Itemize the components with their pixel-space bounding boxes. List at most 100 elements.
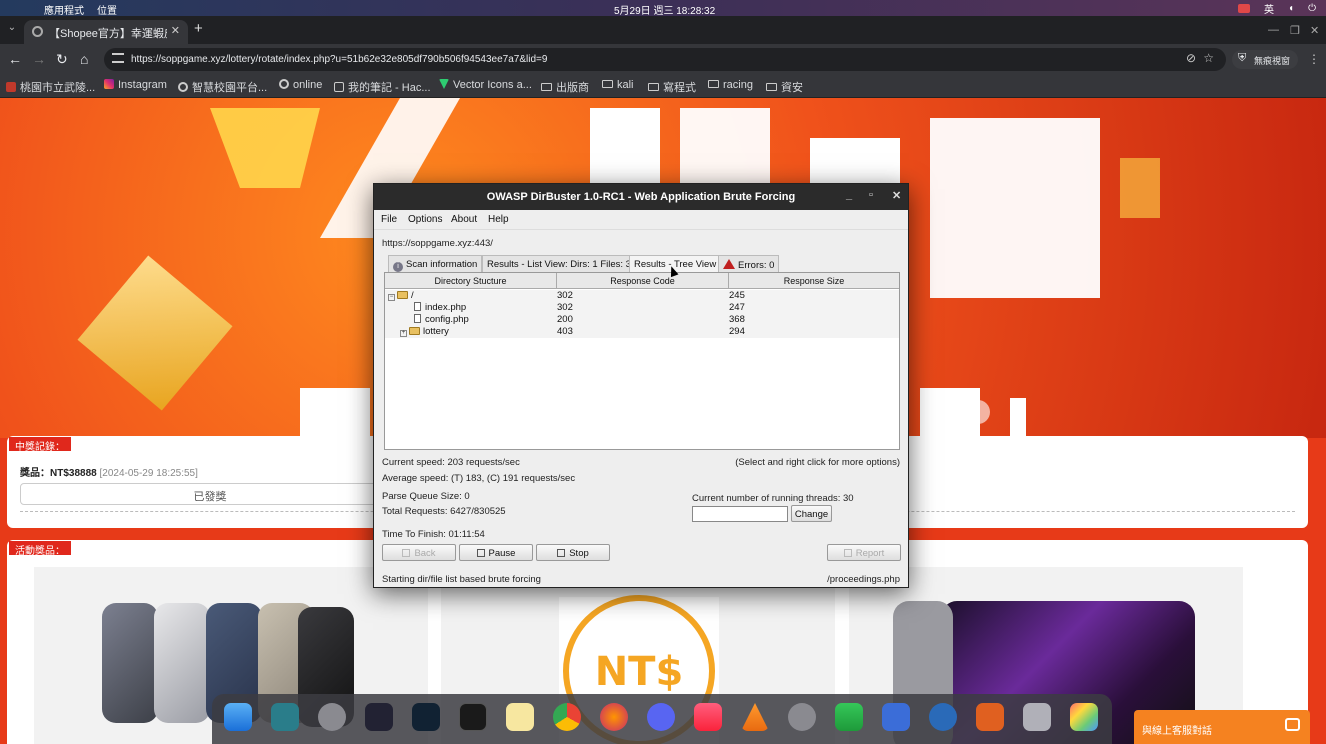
- close-icon[interactable]: ✕: [892, 189, 901, 202]
- disk-utility-icon[interactable]: [1023, 703, 1051, 731]
- activity-tag: 活動獎品：: [9, 541, 71, 557]
- finder-icon[interactable]: [224, 703, 252, 731]
- vlc-icon[interactable]: [741, 703, 769, 731]
- maximize-icon[interactable]: ▫: [869, 189, 873, 201]
- kali-icon[interactable]: [271, 703, 299, 731]
- report-label: Report: [855, 548, 885, 559]
- volume-icon[interactable]: ◖: [1288, 3, 1294, 14]
- bookmark-5[interactable]: Vector Icons a...: [439, 79, 532, 91]
- back-icon[interactable]: ←: [8, 51, 22, 67]
- burp-icon[interactable]: [976, 703, 1004, 731]
- minimize-icon[interactable]: —: [1268, 24, 1279, 36]
- table-row[interactable]: − / 302 245: [385, 290, 899, 302]
- menu-options[interactable]: Options: [408, 214, 442, 225]
- column-directory[interactable]: Directory Stucture: [385, 273, 557, 289]
- menu-file[interactable]: File: [381, 214, 397, 225]
- menu-about[interactable]: About: [451, 214, 477, 225]
- collapse-icon[interactable]: −: [388, 294, 395, 301]
- tab-errors[interactable]: Errors: 0: [718, 255, 780, 272]
- browser-tab[interactable]: 【Shopee官方】幸運蝦皮 ✕: [24, 20, 188, 44]
- close-window-icon[interactable]: ✕: [1310, 24, 1319, 37]
- column-response-size[interactable]: Response Size: [729, 273, 899, 289]
- results-tree-table[interactable]: Directory Stucture Response Code Respons…: [384, 272, 900, 450]
- home-icon[interactable]: ⌂: [80, 51, 88, 67]
- firefox-icon[interactable]: [600, 703, 628, 731]
- bookmark-2[interactable]: 智慧校園平台...: [178, 79, 267, 95]
- stop-button[interactable]: Stop: [536, 544, 610, 561]
- report-button[interactable]: Report: [827, 544, 901, 561]
- url-text[interactable]: https://soppgame.xyz/lottery/rotate/inde…: [131, 54, 547, 65]
- stocks-icon[interactable]: [412, 703, 440, 731]
- incognito-label: 無痕視窗: [1254, 56, 1291, 66]
- music-icon[interactable]: [694, 703, 722, 731]
- total-requests: Total Requests: 6427/830525: [382, 506, 506, 517]
- settings-icon[interactable]: [318, 703, 346, 731]
- table-header: Directory Stucture Response Code Respons…: [385, 273, 899, 289]
- threads-input[interactable]: [692, 506, 788, 522]
- minimize-icon[interactable]: _: [846, 189, 852, 201]
- wireshark-icon[interactable]: [929, 703, 957, 731]
- terminal-icon[interactable]: [459, 703, 487, 731]
- bookmark-7[interactable]: kali: [602, 79, 634, 91]
- maximize-icon[interactable]: ❐: [1290, 24, 1300, 37]
- tab-list-view[interactable]: Results - List View: Dirs: 1 Files: 3: [482, 255, 636, 272]
- expand-icon[interactable]: +: [400, 330, 407, 337]
- input-method[interactable]: 英: [1264, 1, 1274, 16]
- bookmark-9[interactable]: racing: [708, 79, 753, 91]
- recording-icon[interactable]: [1238, 4, 1251, 13]
- discord-icon[interactable]: [647, 703, 675, 731]
- report-icon: [843, 549, 852, 557]
- close-tab-icon[interactable]: ✕: [171, 24, 180, 37]
- change-threads-button[interactable]: Change: [791, 505, 832, 522]
- tab-scan-information[interactable]: i Scan information: [388, 255, 483, 272]
- power-icon[interactable]: ⏻: [1308, 3, 1316, 14]
- table-row[interactable]: config.php 200 368: [385, 314, 899, 326]
- forward-icon[interactable]: →: [32, 51, 46, 67]
- bookmark-3[interactable]: online: [279, 79, 322, 91]
- messages-icon[interactable]: [835, 703, 863, 731]
- eye-off-icon[interactable]: ⊘: [1186, 51, 1196, 65]
- bookmark-star-icon[interactable]: ☆: [1203, 51, 1214, 65]
- back-arrow-icon: [402, 549, 411, 557]
- row-name: /: [411, 290, 414, 301]
- site-settings-icon[interactable]: [112, 53, 124, 63]
- back-button[interactable]: Back: [382, 544, 456, 561]
- new-tab-button[interactable]: +: [194, 20, 203, 37]
- bookmark-6[interactable]: 出版商: [541, 79, 589, 95]
- dirbuster-dock-icon[interactable]: [882, 703, 910, 731]
- bookmark-4[interactable]: 我的筆記 - Hac...: [334, 79, 431, 95]
- folder-icon: [409, 327, 420, 335]
- pause-icon: [476, 549, 485, 557]
- activity-monitor-icon[interactable]: [365, 703, 393, 731]
- bookmark-1[interactable]: Instagram: [104, 79, 167, 91]
- reload-icon[interactable]: ↻: [56, 51, 68, 68]
- table-row[interactable]: + lottery 403 294: [385, 326, 899, 338]
- globe-icon: [178, 82, 188, 92]
- live-chat-button[interactable]: 與線上客服對話: [1134, 710, 1310, 744]
- dirbuster-titlebar[interactable]: OWASP DirBuster 1.0-RC1 - Web Applicatio…: [374, 184, 908, 210]
- system-preferences-icon[interactable]: [788, 703, 816, 731]
- pause-button[interactable]: Pause: [459, 544, 533, 561]
- bookmark-label: 出版商: [556, 82, 589, 94]
- clock[interactable]: 5月29日 週三 18:28:32: [614, 2, 715, 17]
- school-icon: [6, 82, 16, 92]
- more-menu-icon[interactable]: ⋮: [1308, 52, 1320, 66]
- column-response-code[interactable]: Response Code: [557, 273, 729, 289]
- table-row[interactable]: index.php 302 247: [385, 302, 899, 314]
- incognito-button[interactable]: ⛨ 無痕視窗: [1232, 50, 1298, 69]
- menu-help[interactable]: Help: [488, 214, 509, 225]
- menu-applications[interactable]: 應用程式: [44, 2, 84, 17]
- bookmark-8[interactable]: 寫程式: [648, 79, 696, 95]
- launchpad-icon[interactable]: [1070, 703, 1098, 731]
- menu-places[interactable]: 位置: [97, 2, 117, 17]
- row-name: lottery: [423, 326, 449, 337]
- folder-icon: [708, 80, 719, 88]
- notes-icon[interactable]: [506, 703, 534, 731]
- address-bar[interactable]: https://soppgame.xyz/lottery/rotate/inde…: [104, 48, 1226, 71]
- bookmark-10[interactable]: 資安: [766, 79, 803, 95]
- issued-button[interactable]: 已發獎: [20, 483, 400, 505]
- bookmark-0[interactable]: 桃園市立武陵...: [6, 79, 95, 95]
- bookmark-label: 桃園市立武陵...: [20, 82, 96, 94]
- chrome-icon[interactable]: [553, 703, 581, 731]
- tab-search-icon[interactable]: ⌄: [4, 22, 20, 38]
